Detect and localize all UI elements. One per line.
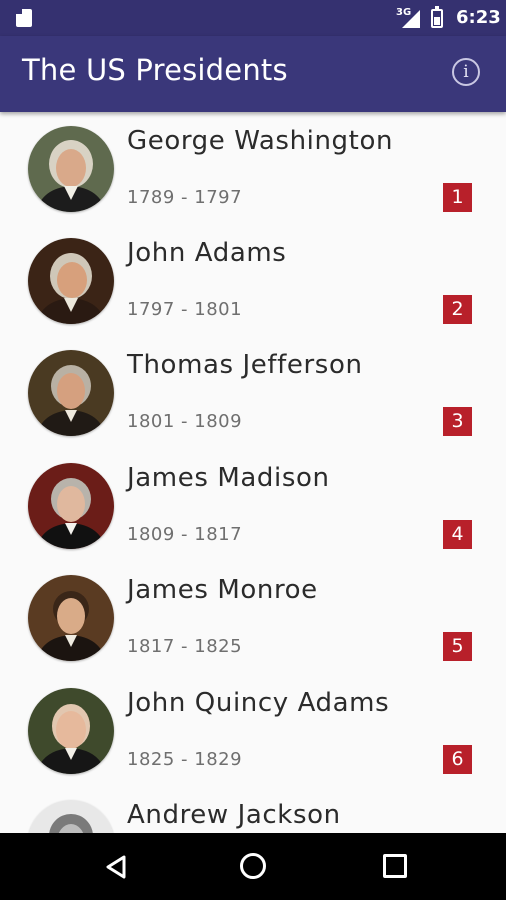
list-item[interactable]: John Adams 1797 - 1801 2 <box>0 224 506 336</box>
list-item[interactable]: Thomas Jefferson 1801 - 1809 3 <box>0 336 506 448</box>
president-number-badge: 6 <box>443 745 472 774</box>
info-icon[interactable]: i <box>452 58 480 86</box>
president-number-badge: 2 <box>443 295 472 324</box>
president-number-badge: 5 <box>443 632 472 661</box>
list-item[interactable]: Andrew Jackson <box>0 786 506 833</box>
avatar <box>28 126 114 212</box>
presidents-list[interactable]: George Washington 1789 - 1797 1 John Ada… <box>0 112 506 833</box>
app-title: The US Presidents <box>22 53 288 87</box>
avatar <box>28 575 114 661</box>
avatar <box>28 463 114 549</box>
president-years: 1789 - 1797 <box>127 187 243 208</box>
signal-icon <box>402 10 420 28</box>
president-name: James Monroe <box>127 575 318 605</box>
avatar <box>28 350 114 436</box>
sd-card-icon <box>16 9 32 27</box>
avatar <box>28 688 114 774</box>
list-item[interactable]: James Monroe 1817 - 1825 5 <box>0 561 506 673</box>
app-bar: The US Presidents i <box>0 36 506 112</box>
president-number-badge: 4 <box>443 520 472 549</box>
president-years: 1801 - 1809 <box>127 411 243 432</box>
president-years: 1825 - 1829 <box>127 749 243 770</box>
battery-icon <box>431 6 443 28</box>
list-item[interactable]: George Washington 1789 - 1797 1 <box>0 112 506 224</box>
president-number-badge: 1 <box>443 183 472 212</box>
status-time: 6:23 <box>456 7 501 28</box>
recents-icon[interactable] <box>383 854 407 878</box>
president-name: John Adams <box>127 238 287 268</box>
president-number-badge: 3 <box>443 407 472 436</box>
president-name: John Quincy Adams <box>127 688 390 718</box>
navigation-bar <box>0 833 506 900</box>
list-item[interactable]: James Madison 1809 - 1817 4 <box>0 449 506 561</box>
president-name: George Washington <box>127 126 394 156</box>
home-icon[interactable] <box>240 853 266 879</box>
avatar <box>28 238 114 324</box>
president-name: Thomas Jefferson <box>127 350 363 380</box>
president-years: 1809 - 1817 <box>127 524 243 545</box>
president-name: Andrew Jackson <box>127 800 341 830</box>
president-name: James Madison <box>127 463 330 493</box>
list-item[interactable]: John Quincy Adams 1825 - 1829 6 <box>0 674 506 786</box>
president-years: 1797 - 1801 <box>127 299 243 320</box>
status-bar: 3G 6:23 <box>0 0 506 36</box>
president-years: 1817 - 1825 <box>127 636 243 657</box>
back-icon[interactable] <box>103 854 129 880</box>
avatar <box>28 800 114 833</box>
